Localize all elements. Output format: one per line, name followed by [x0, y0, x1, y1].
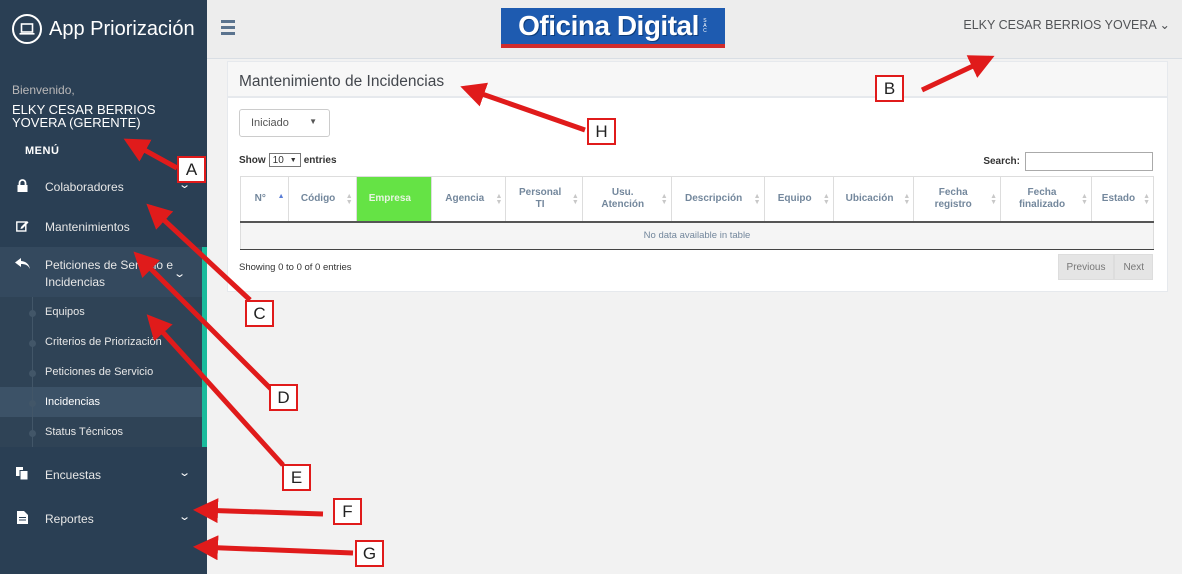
sort-icon: ▲ ▼	[1143, 193, 1150, 206]
annotation-label-c: C	[245, 300, 274, 327]
sub-item-incidencias[interactable]: Incidencias	[0, 387, 202, 417]
column-header[interactable]: Descripción ▲ ▼	[670, 176, 765, 223]
sub-item-equipos[interactable]: Equipos	[0, 297, 202, 327]
column-header[interactable]: Personal TI ▲ ▼	[505, 176, 583, 223]
logo-sac: S A C	[703, 17, 707, 34]
sort-asc-icon: ▲	[277, 193, 285, 200]
caret-down-icon: ▼	[289, 156, 297, 164]
annotation-arrow-g	[193, 535, 354, 561]
column-header[interactable]: Fecha finalizado ▲ ▼	[1000, 176, 1092, 223]
entries-label: entries	[303, 154, 337, 166]
annotation-label-f: F	[333, 498, 362, 525]
company-logo: Oficina Digital S A C	[501, 8, 725, 48]
annotation-label-e: E	[282, 464, 311, 491]
column-header[interactable]: Equipo ▲ ▼	[763, 176, 834, 223]
welcome-text: Bienvenido,	[12, 83, 75, 97]
annotation-label-b: B	[875, 75, 904, 102]
sort-icon: ▲ ▼	[495, 193, 503, 206]
annotation-label-h: H	[587, 118, 616, 145]
show-label: Show	[239, 154, 266, 166]
table-row: No data available in table	[240, 221, 1154, 250]
search-input[interactable]	[1025, 152, 1153, 171]
menu-item-label: Colaboradores	[45, 180, 124, 194]
menu-item-label: Mantenimientos	[45, 220, 130, 234]
sort-icon: ▲ ▼	[1081, 193, 1088, 206]
page-length-select[interactable]: 10 ▼	[268, 153, 301, 167]
chevron-down-icon: ⌄	[172, 268, 186, 280]
annotation-arrow-f	[193, 498, 324, 524]
sort-icon: ▲ ▼	[571, 193, 579, 206]
sort-icon: ▲ ▼	[903, 193, 911, 206]
user-dropdown[interactable]: ELKY CESAR BERRIOS YOVERA ⌄	[963, 17, 1170, 32]
column-header[interactable]: Agencia ▲ ▼	[431, 176, 507, 223]
menu-item-reportes[interactable]: Reportes ⌄	[0, 497, 207, 541]
search-control: Search:	[983, 152, 1153, 171]
menu-item-label: Reportes	[45, 512, 94, 526]
side-menu: Colaboradores ⌄ Mantenimientos Peticione…	[0, 167, 207, 297]
status-filter-select[interactable]: Iniciado ▼	[239, 109, 330, 137]
sub-item-peticiones-servicio[interactable]: Peticiones de Servicio	[0, 357, 202, 387]
search-label: Search:	[983, 156, 1020, 167]
previous-button[interactable]: Previous	[1057, 254, 1115, 280]
column-header[interactable]: Ubicación ▲ ▼	[832, 176, 915, 223]
column-header[interactable]: Código ▲ ▼	[287, 176, 357, 223]
menu-item-peticiones[interactable]: Peticiones de Servicio e Incidencias ⌄	[0, 247, 207, 297]
menu-item-label: Encuestas	[45, 468, 102, 482]
brand[interactable]: App Priorización	[0, 0, 207, 59]
table-header-row: N° ▲ Código ▲ ▼ Empresa Agencia ▲ ▼ Personal …	[240, 176, 1155, 223]
empty-message: No data available in table	[240, 221, 1154, 250]
menu-item-label: Peticiones de Servicio e Incidencias	[45, 258, 174, 289]
menu-toggle-icon[interactable]	[221, 20, 235, 38]
column-header[interactable]: N° ▲	[240, 176, 289, 223]
file-icon	[15, 511, 29, 527]
next-button[interactable]: Next	[1114, 254, 1153, 280]
annotation-label-g: G	[355, 540, 384, 567]
sub-item-criterios[interactable]: Criterios de Priorización	[0, 327, 202, 357]
incidencias-table: N° ▲ Código ▲ ▼ Empresa Agencia ▲ ▼ Personal …	[240, 176, 1155, 250]
chevron-down-icon: ⌄	[177, 467, 191, 479]
page-title: Mantenimiento de Incidencias	[228, 62, 1167, 98]
reply-all-icon	[15, 257, 30, 272]
chevron-down-icon: ⌄	[177, 511, 191, 523]
copy-icon	[15, 467, 29, 483]
menu-item-mantenimientos[interactable]: Mantenimientos	[0, 207, 207, 247]
status-filter-value: Iniciado	[251, 117, 289, 129]
top-navbar: Oficina Digital S A C ELKY CESAR BERRIOS…	[207, 0, 1182, 59]
menu-item-encuestas[interactable]: Encuestas ⌄	[0, 453, 207, 497]
menu-item-colaboradores[interactable]: Colaboradores ⌄	[0, 167, 207, 207]
annotation-label-a: A	[177, 156, 206, 183]
pagination: Previous Next	[1057, 254, 1153, 280]
lock-icon	[15, 179, 29, 195]
edit-icon	[15, 220, 29, 235]
user-name: ELKY CESAR BERRIOS YOVERA (GERENTE)	[12, 102, 156, 130]
sort-icon: ▲ ▼	[990, 193, 998, 206]
sort-icon: ▲ ▼	[753, 193, 761, 206]
side-menu-lower: Encuestas ⌄ Reportes ⌄	[0, 453, 207, 541]
profile: Bienvenido, ELKY CESAR BERRIOS YOVERA (G…	[0, 59, 207, 129]
sidebar: App Priorización Bienvenido, ELKY CESAR …	[0, 0, 207, 574]
length-control: Show 10 ▼ entries	[239, 153, 337, 167]
annotation-label-d: D	[269, 384, 298, 411]
column-header[interactable]: Fecha registro ▲ ▼	[913, 176, 1002, 223]
content-panel: Mantenimiento de Incidencias Iniciado ▼ …	[227, 61, 1168, 292]
sub-menu: Equipos Criterios de Priorización Petici…	[0, 297, 207, 447]
column-header[interactable]: Usu. Atención ▲ ▼	[581, 176, 672, 223]
column-header[interactable]: Empresa	[355, 176, 433, 223]
table-info: Showing 0 to 0 of 0 entries	[239, 262, 352, 273]
sort-icon: ▲ ▼	[345, 193, 353, 206]
column-header[interactable]: Estado ▲ ▼	[1090, 176, 1155, 223]
sort-icon: ▲ ▼	[660, 193, 668, 206]
sub-item-status-tecnicos[interactable]: Status Técnicos	[0, 417, 202, 447]
caret-down-icon: ▼	[309, 117, 317, 126]
laptop-icon	[12, 14, 42, 44]
logo-text: Oficina Digital	[518, 10, 699, 41]
app-title: App Priorización	[49, 17, 195, 40]
page-length-value: 10	[272, 154, 284, 166]
sort-icon: ▲ ▼	[822, 193, 830, 206]
